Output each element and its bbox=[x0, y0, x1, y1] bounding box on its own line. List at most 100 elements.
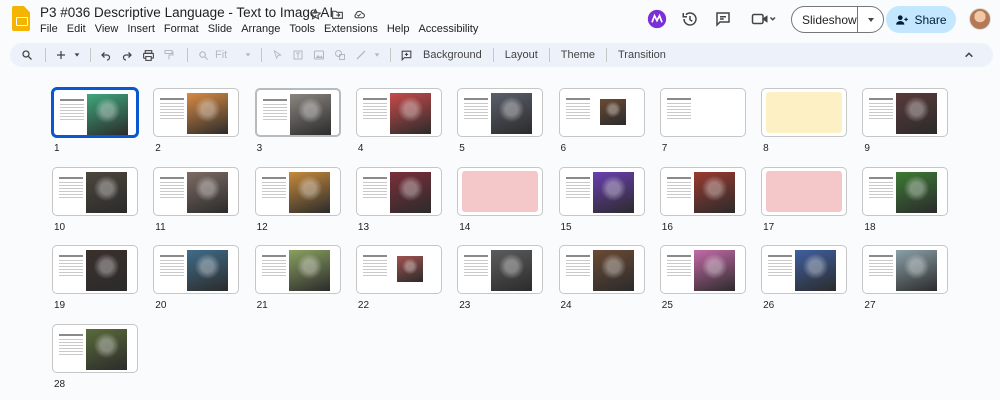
slideshow-button[interactable]: Slideshow bbox=[791, 6, 884, 33]
slide-thumbnail[interactable] bbox=[558, 88, 645, 137]
collapse-toolbar-icon[interactable] bbox=[960, 45, 978, 65]
menu-accessibility[interactable]: Accessibility bbox=[418, 23, 483, 35]
slide-thumbnail-cell[interactable]: 13 bbox=[355, 166, 443, 233]
slideshow-dropdown-icon[interactable] bbox=[858, 15, 883, 25]
slide-thumbnail[interactable] bbox=[153, 88, 240, 137]
line-dropdown-icon[interactable] bbox=[373, 45, 381, 65]
slide-thumbnail[interactable] bbox=[254, 166, 341, 216]
slide-thumbnail[interactable] bbox=[659, 166, 746, 216]
slide-thumbnail-cell[interactable]: 25 bbox=[659, 245, 747, 311]
slide-thumbnail-cell[interactable]: 9 bbox=[862, 88, 949, 154]
slide-thumbnail-cell[interactable]: 18 bbox=[862, 166, 949, 233]
slide-thumbnail-cell[interactable]: 26 bbox=[761, 245, 848, 311]
slide-thumbnail-cell[interactable]: 14 bbox=[457, 166, 544, 233]
slides-logo-icon[interactable] bbox=[12, 6, 30, 31]
extension-icon[interactable] bbox=[646, 8, 668, 30]
slide-thumbnail-cell[interactable]: 24 bbox=[558, 245, 646, 311]
menu-format[interactable]: Format bbox=[164, 23, 204, 35]
search-menus-icon[interactable] bbox=[18, 45, 36, 65]
slide-thumbnail-cell[interactable]: 27 bbox=[862, 245, 949, 311]
slide-thumbnail[interactable] bbox=[355, 88, 442, 137]
slide-thumbnail-cell[interactable]: 12 bbox=[254, 166, 342, 233]
paint-format-icon[interactable] bbox=[160, 45, 178, 65]
slide-thumbnail[interactable] bbox=[761, 88, 848, 137]
menu-tools[interactable]: Tools bbox=[289, 23, 320, 35]
menu-insert[interactable]: Insert bbox=[127, 23, 160, 35]
menu-help[interactable]: Help bbox=[387, 23, 415, 35]
cloud-status-icon[interactable] bbox=[351, 6, 367, 22]
zoom-dropdown-icon[interactable] bbox=[244, 45, 252, 65]
select-cursor-icon[interactable] bbox=[268, 45, 286, 65]
slide-thumbnail[interactable] bbox=[52, 245, 138, 294]
zoom-icon[interactable] bbox=[194, 45, 212, 65]
slide-thumbnail-cell[interactable]: 6 bbox=[558, 88, 646, 154]
slide-thumbnail[interactable] bbox=[52, 323, 138, 373]
slide-thumbnail-cell[interactable]: 15 bbox=[558, 166, 646, 233]
slide-thumbnail-cell[interactable]: 16 bbox=[659, 166, 747, 233]
slide-thumbnail[interactable] bbox=[254, 88, 341, 137]
account-avatar[interactable] bbox=[969, 8, 991, 30]
slide-thumbnail-cell[interactable]: 5 bbox=[457, 88, 544, 154]
slide-thumbnail[interactable] bbox=[558, 245, 645, 294]
slide-thumbnail-cell[interactable]: 20 bbox=[153, 245, 240, 311]
slide-thumbnail[interactable] bbox=[862, 245, 949, 294]
line-icon[interactable] bbox=[352, 45, 370, 65]
slide-thumbnail-cell[interactable]: 11 bbox=[153, 166, 240, 233]
new-slide-dropdown-icon[interactable] bbox=[73, 45, 81, 65]
menu-arrange[interactable]: Arrange bbox=[241, 23, 285, 35]
zoom-select[interactable]: Fit bbox=[215, 45, 241, 65]
slide-thumbnail[interactable] bbox=[659, 88, 746, 137]
menu-slide[interactable]: Slide bbox=[208, 23, 237, 35]
slide-thumbnail[interactable] bbox=[659, 245, 746, 294]
menu-view[interactable]: View bbox=[95, 23, 124, 35]
new-slide-icon[interactable] bbox=[52, 45, 70, 65]
slide-thumbnail[interactable] bbox=[355, 166, 442, 216]
slide-thumbnail-cell[interactable]: 2 bbox=[153, 88, 240, 154]
insert-image-icon[interactable] bbox=[310, 45, 328, 65]
slide-thumbnail[interactable] bbox=[761, 166, 848, 216]
slide-thumbnail-cell[interactable]: 23 bbox=[457, 245, 544, 311]
slide-thumbnail[interactable] bbox=[457, 166, 544, 216]
slide-thumbnail[interactable] bbox=[457, 88, 544, 137]
slide-thumbnail-cell[interactable]: 3 bbox=[254, 88, 342, 154]
slide-thumbnail-cell[interactable]: 1 bbox=[52, 88, 139, 154]
menu-edit[interactable]: Edit bbox=[67, 23, 91, 35]
slide-thumbnail[interactable] bbox=[558, 166, 645, 216]
text-box-icon[interactable] bbox=[289, 45, 307, 65]
redo-icon[interactable] bbox=[118, 45, 136, 65]
slide-thumbnail[interactable] bbox=[52, 88, 138, 137]
add-comment-icon[interactable] bbox=[397, 45, 415, 65]
comments-icon[interactable] bbox=[712, 8, 734, 30]
slide-thumbnail[interactable] bbox=[52, 166, 138, 216]
background-button[interactable]: Background bbox=[418, 49, 487, 61]
shape-icon[interactable] bbox=[331, 45, 349, 65]
slideshow-label[interactable]: Slideshow bbox=[792, 7, 858, 32]
slide-thumbnail[interactable] bbox=[355, 245, 442, 294]
slide-thumbnail[interactable] bbox=[153, 166, 240, 216]
slide-thumbnail[interactable] bbox=[761, 245, 848, 294]
slide-thumbnail[interactable] bbox=[254, 245, 341, 294]
slide-thumbnail-cell[interactable]: 28 bbox=[52, 323, 139, 390]
slide-thumbnail-cell[interactable]: 19 bbox=[52, 245, 139, 311]
transition-button[interactable]: Transition bbox=[613, 49, 671, 61]
slide-thumbnail-cell[interactable]: 17 bbox=[761, 166, 848, 233]
slide-thumbnail-cell[interactable]: 22 bbox=[355, 245, 443, 311]
meet-camera-icon[interactable] bbox=[748, 8, 778, 30]
slide-thumbnail-cell[interactable]: 8 bbox=[761, 88, 848, 154]
slide-thumbnail[interactable] bbox=[153, 245, 240, 294]
menu-file[interactable]: File bbox=[40, 23, 63, 35]
print-icon[interactable] bbox=[139, 45, 157, 65]
share-button[interactable]: Share bbox=[886, 6, 956, 33]
undo-icon[interactable] bbox=[97, 45, 115, 65]
theme-button[interactable]: Theme bbox=[556, 49, 600, 61]
slide-thumbnail[interactable] bbox=[862, 166, 949, 216]
document-title[interactable]: P3 #036 Descriptive Language - Text to I… bbox=[40, 5, 333, 20]
version-history-icon[interactable] bbox=[679, 8, 701, 30]
layout-button[interactable]: Layout bbox=[500, 49, 543, 61]
menu-extensions[interactable]: Extensions bbox=[324, 23, 383, 35]
slide-thumbnail[interactable] bbox=[862, 88, 949, 137]
slide-thumbnail-cell[interactable]: 10 bbox=[52, 166, 139, 233]
star-icon[interactable] bbox=[307, 6, 323, 22]
move-folder-icon[interactable] bbox=[329, 6, 345, 22]
slide-thumbnail-cell[interactable]: 7 bbox=[659, 88, 747, 154]
